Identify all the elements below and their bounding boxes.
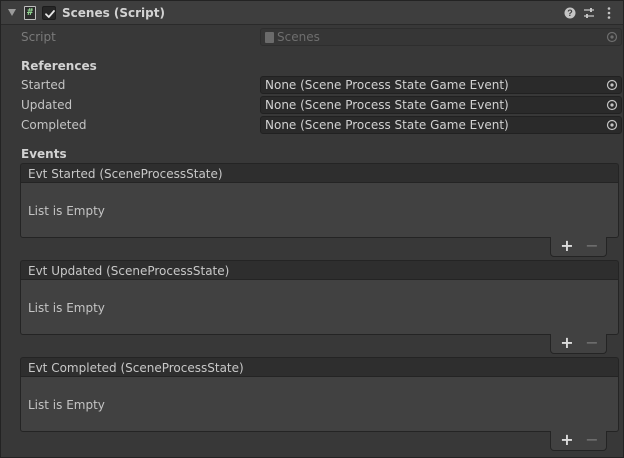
object-picker-icon[interactable] (606, 99, 618, 111)
evt-updated-list: List is Empty (20, 279, 619, 335)
evt-started-footer: + − (550, 237, 607, 257)
started-label: Started (21, 78, 66, 92)
evt-started-header: Evt Started (SceneProcessState) (20, 163, 619, 183)
more-menu-icon[interactable] (601, 5, 617, 21)
evt-completed-empty-text: List is Empty (28, 398, 105, 412)
evt-started-list: List is Empty (20, 182, 619, 238)
events-header: Events (21, 147, 67, 161)
evt-completed-add-button[interactable]: + (560, 431, 574, 449)
script-icon-glyph: # (26, 7, 34, 18)
evt-updated-header: Evt Updated (SceneProcessState) (20, 260, 619, 280)
svg-text:?: ? (567, 8, 573, 18)
object-picker-icon[interactable] (606, 79, 618, 91)
foldout-arrow-icon[interactable] (8, 9, 16, 16)
evt-started-add-button[interactable]: + (560, 237, 574, 255)
object-picker-icon (606, 31, 618, 43)
script-icon: # (24, 6, 36, 20)
evt-updated-add-button[interactable]: + (560, 334, 574, 352)
evt-completed-header: Evt Completed (SceneProcessState) (20, 357, 619, 377)
evt-completed-footer: + − (550, 431, 607, 451)
evt-completed-remove-button[interactable]: − (585, 431, 599, 449)
evt-started-empty-text: List is Empty (28, 204, 105, 218)
evt-started-remove-button[interactable]: − (585, 237, 599, 255)
completed-label: Completed (21, 118, 87, 132)
script-field: Scenes (260, 28, 622, 46)
evt-updated-remove-button[interactable]: − (585, 334, 599, 352)
enable-checkbox[interactable] (42, 6, 56, 20)
evt-updated-footer: + − (550, 334, 607, 354)
checkmark-icon (45, 10, 55, 18)
references-header: References (21, 59, 97, 73)
updated-field-value: None (Scene Process State Game Event) (265, 98, 509, 112)
evt-updated-title: Evt Updated (SceneProcessState) (28, 264, 230, 278)
object-picker-icon[interactable] (606, 119, 618, 131)
script-label: Script (21, 30, 56, 44)
evt-completed-list: List is Empty (20, 376, 619, 432)
started-field[interactable]: None (Scene Process State Game Event) (260, 76, 622, 94)
updated-label: Updated (21, 98, 73, 112)
evt-completed-title: Evt Completed (SceneProcessState) (28, 361, 244, 375)
script-file-icon (265, 32, 274, 43)
presets-icon[interactable] (581, 5, 597, 21)
completed-field-value: None (Scene Process State Game Event) (265, 118, 509, 132)
started-field-value: None (Scene Process State Game Event) (265, 78, 509, 92)
component-title: Scenes (Script) (62, 6, 165, 20)
updated-field[interactable]: None (Scene Process State Game Event) (260, 96, 622, 114)
evt-started-title: Evt Started (SceneProcessState) (28, 167, 223, 181)
evt-updated-empty-text: List is Empty (28, 301, 105, 315)
component-header[interactable]: # Scenes (Script) ? (1, 1, 623, 25)
help-icon[interactable]: ? (562, 5, 578, 21)
script-field-value: Scenes (277, 30, 320, 44)
inspector-component: # Scenes (Script) ? Script Scenes Refere… (0, 0, 624, 458)
completed-field[interactable]: None (Scene Process State Game Event) (260, 116, 622, 134)
